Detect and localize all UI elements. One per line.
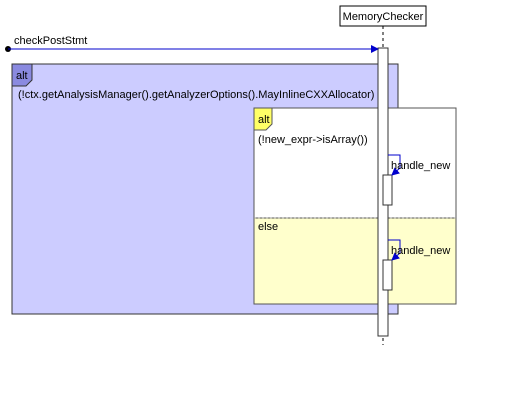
found-message-label: checkPostStmt <box>14 35 87 47</box>
lifeline-memorychecker[interactable]: MemoryChecker <box>339 5 427 27</box>
self-call-2-activation <box>382 259 393 291</box>
diagram-svg: MemoryChecker alt (!ctx.getAnalysisManag… <box>5 5 457 345</box>
inner-fragment-operator: alt <box>258 114 270 126</box>
self-call-1-label: handle_new <box>391 160 450 172</box>
inner-fragment-else-region <box>253 217 457 305</box>
self-call-2-label: handle_new <box>391 245 450 257</box>
outer-fragment-guard: (!ctx.getAnalysisManager().getAnalyzerOp… <box>18 89 374 101</box>
lifeline-name: MemoryChecker <box>343 11 424 23</box>
inner-alt-fragment[interactable]: alt (!new_expr->isArray()) else <box>253 107 457 305</box>
outer-fragment-operator: alt <box>16 70 28 82</box>
self-call-1-activation <box>382 174 393 206</box>
inner-fragment-else-label: else <box>258 221 278 233</box>
found-message-checkpoststmt[interactable]: checkPostStmt <box>5 35 379 53</box>
sequence-diagram: MemoryChecker alt (!ctx.getAnalysisManag… <box>0 0 511 401</box>
inner-fragment-guard: (!new_expr->isArray()) <box>258 134 368 146</box>
